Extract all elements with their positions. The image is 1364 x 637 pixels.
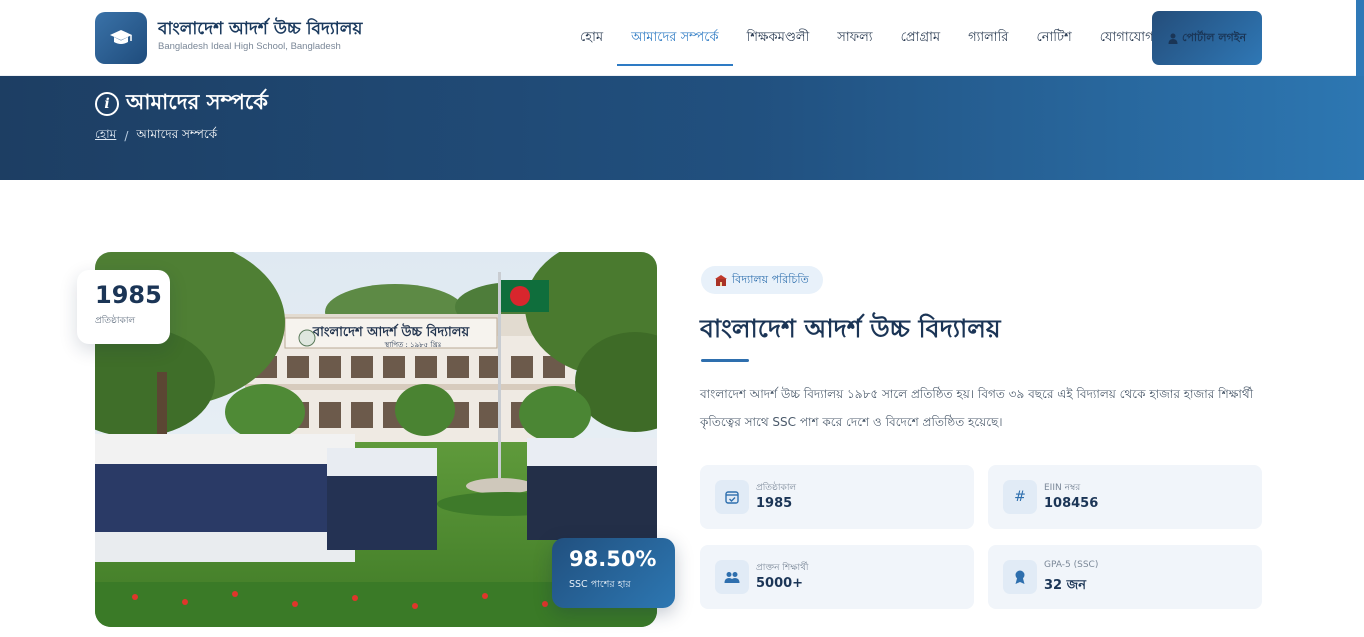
- building-sign-text: বাংলাদেশ আদর্শ উচ্চ বিদ্যালয়: [312, 323, 471, 340]
- section-tag-label: বিদ্যালয় পরিচিতি: [732, 272, 809, 286]
- section-title: বাংলাদেশ আদর্শ উচ্চ বিদ্যালয়: [700, 314, 1001, 343]
- nav-item-success[interactable]: সাফল্য: [823, 0, 886, 76]
- nav-item-gallery[interactable]: গ্যালারি: [954, 0, 1022, 76]
- calendar-check-icon: [715, 480, 749, 514]
- established-badge-value: 1985: [95, 281, 162, 309]
- fact-card-gpa5: GPA-5 (SSC) 32 জন: [988, 545, 1262, 609]
- fact-value: 32 জন: [1044, 578, 1087, 593]
- fact-card-established: প্রতিষ্ঠাকাল 1985: [700, 465, 974, 529]
- pass-rate-value: 98.50%: [569, 547, 657, 571]
- site-header: বাংলাদেশ আদর্শ উচ্চ বিদ্যালয় Bangladesh…: [0, 0, 1364, 76]
- page-banner: i আমাদের সম্পর্কে হোম / আমাদের সম্পর্কে: [0, 76, 1364, 180]
- section-description: বাংলাদেশ আদর্শ উচ্চ বিদ্যালয় ১৯৮৫ সালে …: [700, 387, 1254, 429]
- users-icon: [715, 560, 749, 594]
- section-tag: বিদ্যালয় পরিচিতি: [701, 266, 823, 294]
- school-logo[interactable]: [95, 12, 147, 64]
- fact-label: GPA-5 (SSC): [1044, 560, 1099, 570]
- portal-login-button[interactable]: পোর্টাল লগইন: [1152, 11, 1262, 65]
- title-underline: [701, 359, 749, 362]
- page-title-text: আমাদের সম্পর্কে: [126, 90, 268, 114]
- page-title: i আমাদের সম্পর্কে: [95, 86, 268, 121]
- pass-rate-label: SSC পাশের হার: [569, 579, 631, 590]
- fact-card-eiin: # EIIN নম্বর 108456: [988, 465, 1262, 529]
- building-sign-sub: স্থাপিত : ১৯৮৫ খ্রিঃ: [384, 341, 442, 349]
- hash-icon: #: [1003, 480, 1037, 514]
- info-icon: i: [95, 91, 119, 116]
- fact-label: প্রতিষ্ঠাকাল: [756, 483, 797, 493]
- graduation-cap-icon: [110, 30, 132, 44]
- established-badge-label: প্রতিষ্ঠাকাল: [95, 316, 136, 326]
- award-icon: [1003, 560, 1037, 594]
- pass-rate-badge: 98.50% SSC পাশের হার: [552, 538, 675, 608]
- user-icon: [1168, 33, 1178, 44]
- breadcrumb: হোম / আমাদের সম্পর্কে: [95, 126, 217, 146]
- school-name[interactable]: বাংলাদেশ আদর্শ উচ্চ বিদ্যালয়: [158, 16, 362, 44]
- breadcrumb-separator: /: [124, 129, 129, 143]
- nav-item-home[interactable]: হোম: [566, 0, 617, 76]
- fact-label: EIIN নম্বর: [1044, 483, 1081, 493]
- breadcrumb-current: আমাদের সম্পর্কে: [136, 127, 218, 141]
- nav-item-teachers[interactable]: শিক্ষকমণ্ডলী: [733, 0, 824, 76]
- fact-value: 1985: [756, 496, 793, 511]
- school-icon: [715, 274, 727, 286]
- nav-item-notice[interactable]: নোটিশ: [1022, 0, 1085, 76]
- fact-value: 108456: [1044, 496, 1099, 511]
- breadcrumb-home-link[interactable]: হোম: [95, 126, 116, 146]
- established-badge: 1985 প্রতিষ্ঠাকাল: [77, 270, 170, 344]
- main-nav: হোম আমাদের সম্পর্কে শিক্ষকমণ্ডলী সাফল্য …: [566, 0, 1168, 76]
- fact-value: 5000+: [756, 576, 804, 591]
- fact-card-alumni: প্রাক্তন শিক্ষার্থী 5000+: [700, 545, 974, 609]
- nav-item-about[interactable]: আমাদের সম্পর্কে: [617, 0, 734, 76]
- nav-item-programs[interactable]: প্রোগ্রাম: [887, 0, 954, 76]
- fact-label: প্রাক্তন শিক্ষার্থী: [756, 563, 809, 573]
- portal-login-label: পোর্টাল লগইন: [1181, 30, 1247, 44]
- school-name-english: Bangladesh Ideal High School, Bangladesh: [158, 41, 341, 52]
